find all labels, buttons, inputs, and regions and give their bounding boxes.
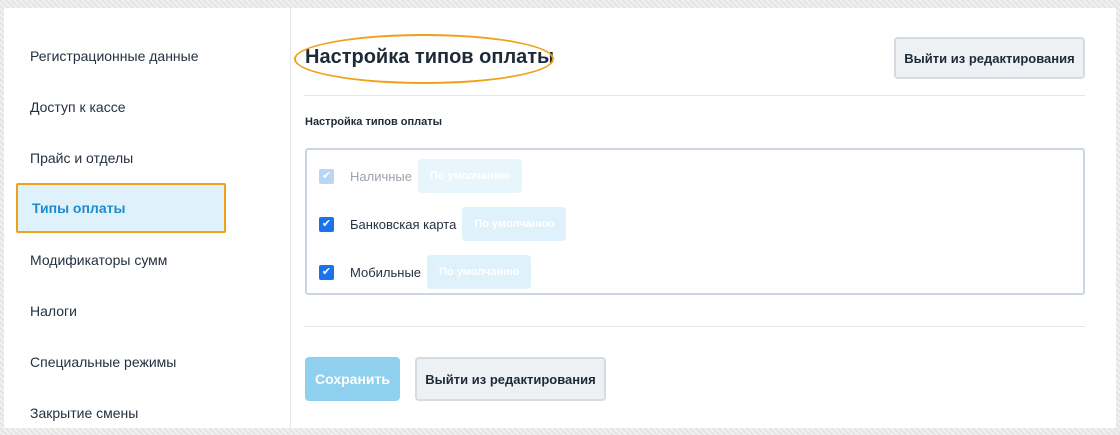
sidebar-item-amount-modifiers[interactable]: Модификаторы сумм	[16, 238, 226, 282]
sidebar-item-taxes[interactable]: Налоги	[16, 289, 226, 333]
settings-card: Регистрационные данные Доступ к кассе Пр…	[4, 8, 1116, 428]
footer-divider	[304, 326, 1085, 327]
sidebar-item-payment-types[interactable]: Типы оплаты	[16, 183, 226, 233]
save-button[interactable]: Сохранить	[305, 357, 400, 401]
payment-row-cash: ✔ Наличные По умолчанию	[319, 159, 523, 193]
sidebar-item-special-modes[interactable]: Специальные режимы	[16, 340, 226, 384]
card-label: Банковская карта	[350, 216, 457, 232]
cash-label: Наличные	[350, 168, 412, 184]
sidebar-item-price-departments[interactable]: Прайс и отделы	[16, 136, 226, 180]
check-icon: ✔	[321, 265, 332, 278]
cash-default-button[interactable]: По умолчанию	[418, 159, 523, 193]
check-icon: ✔	[321, 217, 332, 230]
check-icon: ✔	[321, 169, 332, 182]
mobile-label: Мобильные	[350, 264, 422, 280]
card-checkbox[interactable]: ✔	[319, 216, 334, 232]
sidebar-item-registration[interactable]: Регистрационные данные	[16, 34, 226, 78]
section-label: Настройка типов оплаты	[305, 116, 443, 128]
payment-row-card: ✔ Банковская карта По умолчанию	[319, 207, 567, 241]
payment-types-panel: ✔ Наличные По умолчанию ✔ Банковская кар…	[305, 148, 1085, 295]
header-divider	[304, 95, 1085, 96]
mobile-default-button[interactable]: По умолчанию	[427, 255, 532, 289]
mobile-checkbox[interactable]: ✔	[319, 264, 334, 280]
exit-editing-button-bottom[interactable]: Выйти из редактирования	[415, 357, 606, 401]
title-highlight-ellipse	[294, 34, 554, 84]
sidebar-item-shift-closing[interactable]: Закрытие смены	[16, 391, 226, 435]
sidebar: Регистрационные данные Доступ к кассе Пр…	[4, 8, 291, 428]
card-default-button[interactable]: По умолчанию	[462, 207, 567, 241]
exit-editing-button-top[interactable]: Выйти из редактирования	[894, 37, 1085, 79]
cash-checkbox[interactable]: ✔	[319, 168, 334, 184]
sidebar-item-cashbox-access[interactable]: Доступ к кассе	[16, 85, 226, 129]
payment-row-mobile: ✔ Мобильные По умолчанию	[319, 255, 532, 289]
